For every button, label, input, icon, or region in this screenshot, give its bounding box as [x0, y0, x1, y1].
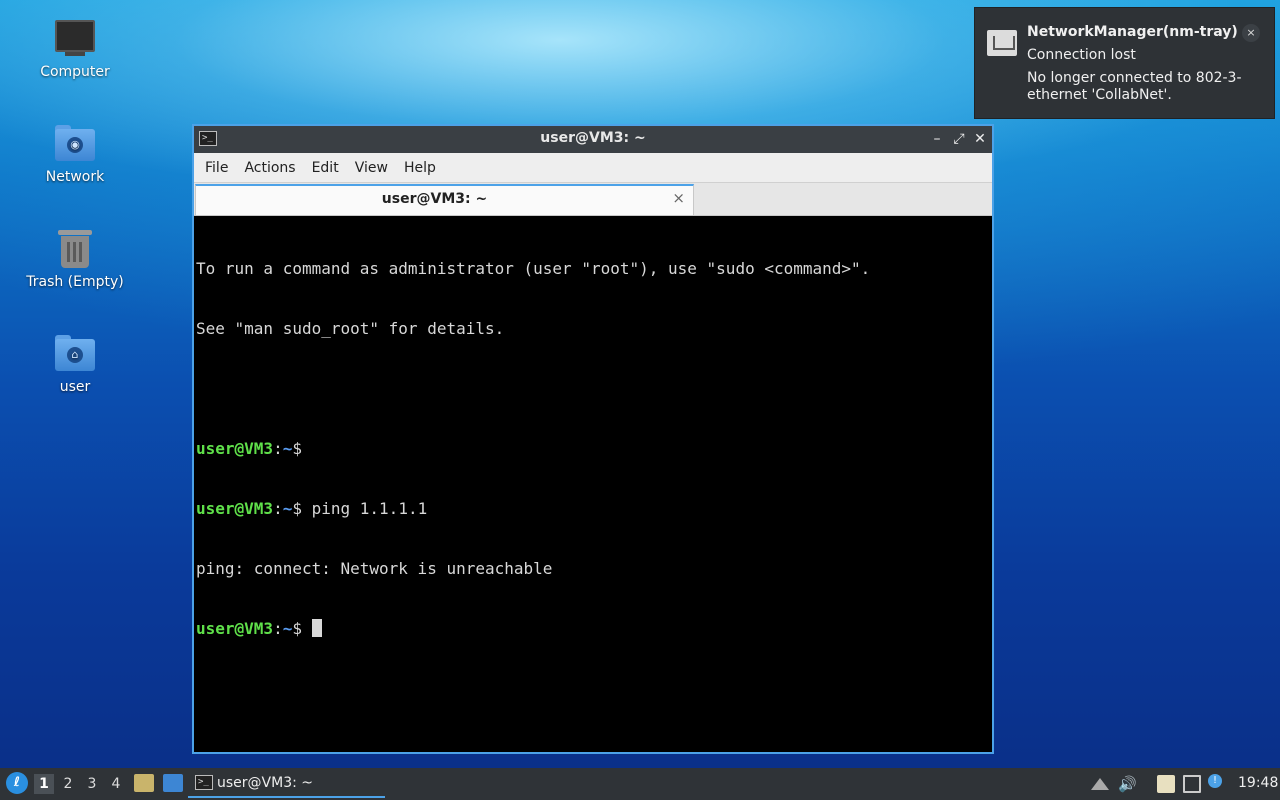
tab-close-icon[interactable]: ×	[672, 189, 685, 207]
output-line: See "man sudo_root" for details.	[196, 319, 505, 338]
start-menu-button[interactable]: ℓ	[6, 772, 28, 794]
notification-app: NetworkManager(nm-tray)	[1027, 24, 1238, 40]
file-manager-icon[interactable]	[134, 774, 154, 792]
prompt-line: user@VM3:~$ ping 1.1.1.1	[196, 499, 990, 519]
desktop-icon-user[interactable]: ⌂ user	[20, 331, 130, 395]
prompt-user: user@VM3	[196, 619, 274, 638]
terminal-window[interactable]: >_ user@VM3: ~ – ⤢ ✕ File Actions Edit V…	[192, 124, 994, 754]
tab-label: user@VM3: ~	[381, 191, 488, 207]
taskbar-task-terminal[interactable]: >_ user@VM3: ~	[188, 770, 385, 798]
menubar: File Actions Edit View Help	[194, 153, 992, 183]
tray-expand-icon[interactable]	[1091, 778, 1109, 790]
prompt-user: user@VM3	[196, 439, 274, 458]
notification-popup[interactable]: NetworkManager(nm-tray) Connection lost …	[974, 7, 1275, 119]
prompt-separator: :	[273, 439, 283, 458]
desktop-icon-trash[interactable]: Trash (Empty)	[20, 226, 130, 290]
clipboard-icon[interactable]	[1157, 775, 1175, 793]
clock[interactable]: 19:48	[1238, 775, 1278, 791]
prompt-path: ~	[282, 619, 293, 638]
window-titlebar[interactable]: >_ user@VM3: ~ – ⤢ ✕	[194, 126, 992, 153]
desktop-icon-label: Trash (Empty)	[26, 274, 124, 290]
ethernet-icon	[987, 30, 1017, 56]
prompt-separator: :	[273, 499, 283, 518]
prompt-separator: :	[273, 619, 283, 638]
maximize-button[interactable]: ⤢	[950, 129, 968, 149]
tab-bar: user@VM3: ~ ×	[194, 183, 992, 216]
text-cursor	[311, 619, 322, 637]
minimize-button[interactable]: –	[928, 129, 946, 149]
desktop-icon-network[interactable]: ◉ Network	[20, 121, 130, 185]
task-label: user@VM3: ~	[217, 775, 313, 791]
network-folder-icon: ◉	[53, 121, 97, 165]
command-text: ping 1.1.1.1	[301, 499, 428, 518]
terminal-tab[interactable]: user@VM3: ~ ×	[195, 184, 694, 215]
close-button[interactable]: ✕	[971, 129, 989, 149]
workspace-4[interactable]: 4	[106, 774, 126, 794]
workspace-2[interactable]: 2	[58, 774, 78, 794]
menu-actions[interactable]: Actions	[236, 160, 303, 176]
output-line: To run a command as administrator (user …	[196, 259, 871, 278]
workspace-3[interactable]: 3	[82, 774, 102, 794]
prompt-line: user@VM3:~$	[196, 439, 990, 459]
output-line: ping: connect: Network is unreachable	[196, 559, 553, 578]
prompt-dollar: $	[292, 499, 302, 518]
trash-icon	[53, 226, 97, 270]
window-title: user@VM3: ~	[540, 130, 646, 146]
prompt-dollar: $	[292, 439, 302, 458]
terminal-icon: >_	[195, 775, 213, 790]
workspace-1[interactable]: 1	[34, 774, 54, 794]
menu-edit[interactable]: Edit	[304, 160, 347, 176]
network-icon[interactable]	[1183, 775, 1201, 793]
taskbar: ℓ 1 2 3 4 >_ user@VM3: ~ 🔊 ! 19:48	[0, 768, 1280, 800]
home-folder-icon: ⌂	[53, 331, 97, 375]
desktop-icon-label: Computer	[40, 64, 110, 80]
computer-icon	[53, 16, 97, 60]
prompt-user: user@VM3	[196, 499, 274, 518]
desktop-icon-label: user	[59, 379, 91, 395]
notification-summary: Connection lost	[1027, 47, 1136, 63]
volume-icon[interactable]: 🔊	[1118, 775, 1137, 793]
show-desktop-icon[interactable]	[163, 774, 183, 792]
desktop-icon-label: Network	[45, 169, 105, 185]
menu-view[interactable]: View	[347, 160, 396, 176]
notification-body: No longer connected to 802-3-ethernet 'C…	[1027, 70, 1242, 103]
notification-close-button[interactable]: ×	[1242, 24, 1260, 42]
menu-help[interactable]: Help	[396, 160, 444, 176]
update-notifier-icon[interactable]: !	[1208, 774, 1222, 788]
prompt-line: user@VM3:~$	[196, 619, 990, 639]
desktop-icon-computer[interactable]: Computer	[20, 16, 130, 80]
menu-file[interactable]: File	[197, 160, 236, 176]
prompt-dollar: $	[292, 619, 302, 638]
prompt-path: ~	[282, 499, 293, 518]
prompt-path: ~	[282, 439, 293, 458]
terminal-output[interactable]: To run a command as administrator (user …	[194, 216, 992, 752]
